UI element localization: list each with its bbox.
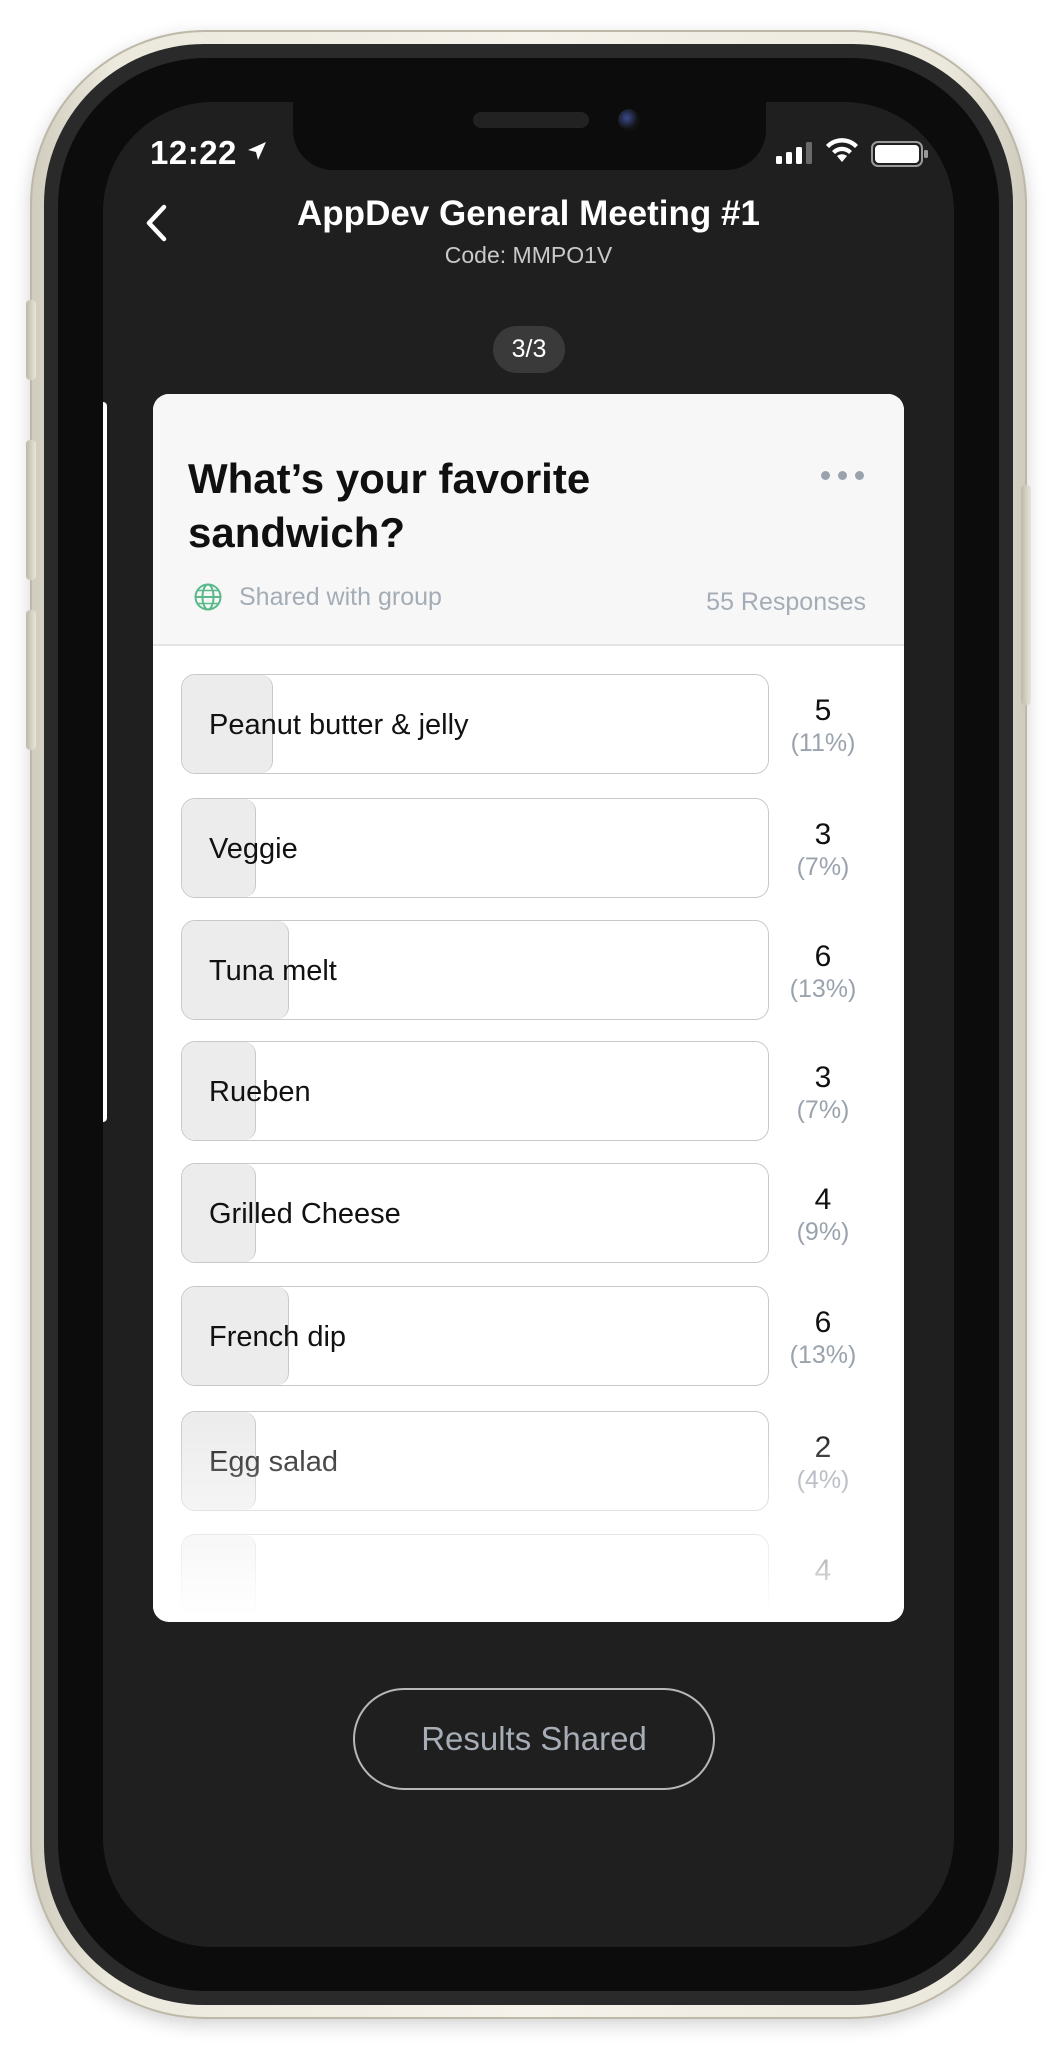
option-count: 4 [814, 1183, 832, 1216]
option-percent: (13%) [789, 975, 857, 1003]
option-bar: Veggie [181, 798, 769, 898]
more-dot [855, 470, 864, 480]
option-count: 2 [814, 1431, 832, 1464]
option-percent: (11%) [790, 729, 856, 757]
power-button [1021, 485, 1031, 705]
option-row: Veggie 3 (7%) [153, 798, 904, 902]
wifi-icon [826, 138, 858, 162]
option-count: 6 [814, 940, 832, 973]
battery-icon [871, 141, 928, 167]
notch [293, 102, 766, 170]
option-count: 5 [814, 694, 832, 727]
option-label: Tuna melt [209, 955, 337, 987]
globe-icon [194, 583, 222, 611]
visibility-label: Shared with group [239, 583, 442, 611]
more-dot [838, 470, 847, 480]
poll-card-header: What’s your favorite sandwich? Shared wi… [153, 394, 904, 646]
cellular-signal-icon [776, 142, 812, 164]
option-row: Tuna melt 6 (13%) [153, 920, 904, 1024]
option-row: Grilled Cheese 4 (9%) [153, 1163, 904, 1267]
mute-switch [26, 300, 36, 380]
responses-count: 55 Responses [706, 588, 866, 616]
poll-question: What’s your favorite sandwich? [188, 455, 591, 556]
option-bar: Grilled Cheese [181, 1163, 769, 1263]
front-camera [618, 109, 640, 131]
option-count: 6 [814, 1306, 832, 1339]
results-shared-button[interactable]: Results Shared [353, 1688, 715, 1790]
option-row: Rueben 3 (7%) [153, 1041, 904, 1145]
option-row: Egg salad 2 (4%) [153, 1411, 904, 1515]
earpiece-speaker [473, 112, 589, 128]
option-row: French dip 6 (13%) [153, 1286, 904, 1390]
option-label: French dip [209, 1321, 347, 1353]
option-label: Rueben [209, 1076, 311, 1108]
option-percent: (4%) [796, 1466, 850, 1494]
app-screen: 12:22 AppDev General Meeting #1 Code: MM… [103, 102, 954, 1947]
option-count: 4 [814, 1554, 832, 1587]
option-label: Grilled Cheese [209, 1198, 401, 1230]
volume-down-button [26, 610, 36, 750]
option-bar: Rueben [181, 1041, 769, 1141]
option-bar: Peanut butter & jelly [181, 674, 769, 774]
option-label: Veggie [209, 833, 298, 865]
status-time: 12:22 [150, 134, 237, 171]
option-bar: Tuna melt [181, 920, 769, 1020]
option-count: 3 [814, 818, 832, 851]
option-percent: (13%) [789, 1341, 857, 1369]
option-label: Egg salad [209, 1446, 338, 1478]
option-bar: French dip [181, 1286, 769, 1386]
option-fill [182, 1535, 256, 1616]
poll-card: What’s your favorite sandwich? Shared wi… [153, 394, 904, 1622]
options-list: Peanut butter & jelly 5 (11%) Veggie 3 (… [153, 646, 904, 1616]
option-percent: (7%) [796, 853, 850, 881]
option-bar [181, 1534, 769, 1616]
option-row: 4 [153, 1534, 904, 1616]
meeting-title: AppDev General Meeting #1 [297, 194, 760, 233]
option-percent: (7%) [796, 1096, 850, 1124]
previous-card-edge[interactable] [103, 402, 107, 1122]
volume-up-button [26, 440, 36, 580]
option-count: 3 [814, 1061, 832, 1094]
option-percent: (9%) [796, 1218, 850, 1246]
option-label: Peanut butter & jelly [209, 709, 469, 741]
more-options-button[interactable] [821, 466, 869, 484]
option-bar: Egg salad [181, 1411, 769, 1511]
more-dot [821, 470, 830, 480]
location-arrow-icon [248, 142, 266, 160]
page-indicator: 3/3 [493, 326, 565, 373]
meeting-code: Code: MMPO1V [444, 242, 613, 268]
option-row: Peanut butter & jelly 5 (11%) [153, 674, 904, 778]
